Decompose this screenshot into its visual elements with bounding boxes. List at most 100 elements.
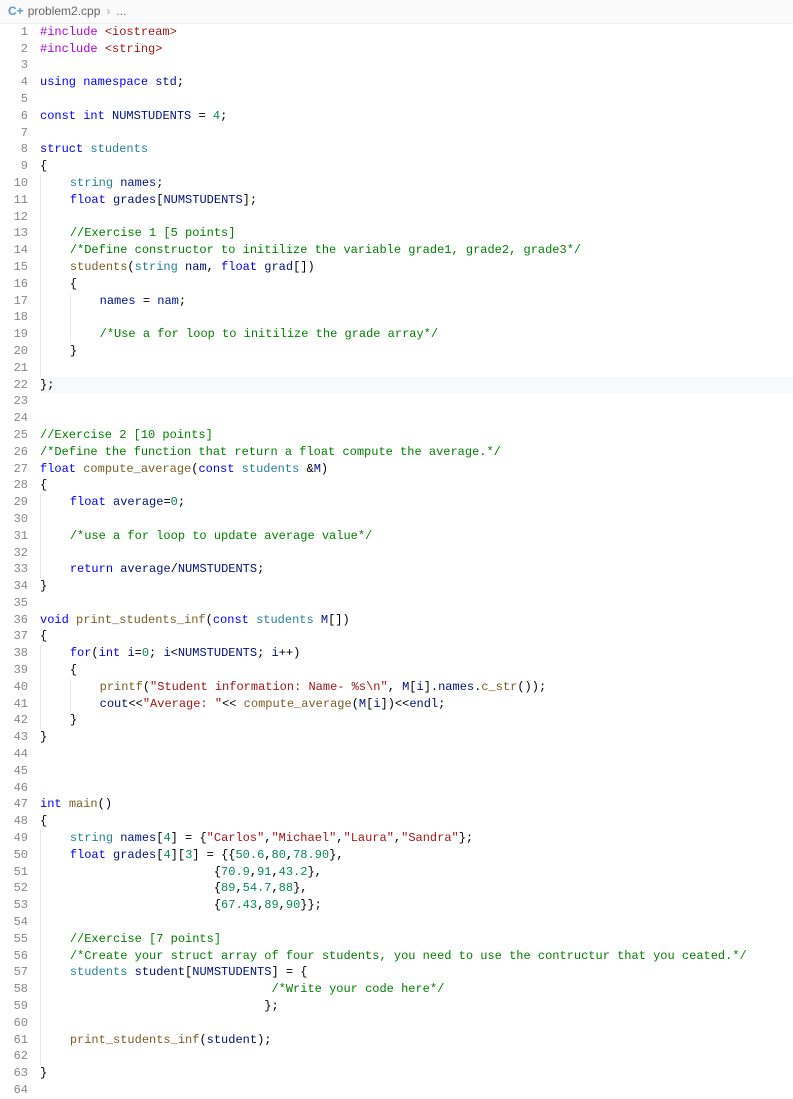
code-line[interactable] (40, 914, 793, 931)
code-line[interactable]: { (40, 628, 793, 645)
code-line[interactable] (40, 1048, 793, 1065)
token-num: 70.9 (221, 865, 250, 879)
code-line[interactable]: printf("Student information: Name- %s\n"… (40, 679, 793, 696)
token-cls: students (256, 613, 321, 627)
line-number: 62 (0, 1048, 28, 1065)
code-line[interactable]: cout<<"Average: "<< compute_average(M[i]… (40, 696, 793, 713)
code-line[interactable]: names = nam; (40, 293, 793, 310)
code-line[interactable]: }; (40, 998, 793, 1015)
code-line[interactable] (40, 780, 793, 797)
code-line[interactable]: { (40, 662, 793, 679)
code-line[interactable]: students(string nam, float grad[]) (40, 259, 793, 276)
code-line[interactable]: const int NUMSTUDENTS = 4; (40, 108, 793, 125)
code-line[interactable]: //Exercise [7 points] (40, 931, 793, 948)
code-line[interactable]: //Exercise 1 [5 points] (40, 225, 793, 242)
token-op: ( (143, 680, 150, 694)
code-line[interactable]: #include <iostream> (40, 24, 793, 41)
token-op: ); (257, 1033, 271, 1047)
token-op: ][ (171, 848, 185, 862)
code-line[interactable]: return average/NUMSTUDENTS; (40, 561, 793, 578)
token-var: std (155, 75, 177, 89)
token-num: 91 (257, 865, 271, 879)
token-var: nam (185, 260, 207, 274)
code-line[interactable] (40, 57, 793, 74)
code-line[interactable]: /*use a for loop to update average value… (40, 528, 793, 545)
code-line[interactable] (40, 360, 793, 377)
code-line[interactable] (40, 1015, 793, 1032)
code-line[interactable]: {70.9,91,43.2}, (40, 864, 793, 881)
code-line[interactable]: {89,54.7,88}, (40, 880, 793, 897)
code-line[interactable]: } (40, 712, 793, 729)
code-line[interactable] (40, 763, 793, 780)
token-kw: namespace (83, 75, 155, 89)
token-op: ( (91, 646, 98, 660)
code-line[interactable]: float average=0; (40, 494, 793, 511)
code-line[interactable]: } (40, 729, 793, 746)
code-line[interactable] (40, 545, 793, 562)
code-line[interactable]: { (40, 477, 793, 494)
code-line[interactable]: using namespace std; (40, 74, 793, 91)
token-var: average (113, 495, 163, 509)
code-line[interactable]: string names[4] = {"Carlos","Michael","L… (40, 830, 793, 847)
code-line[interactable] (40, 1082, 793, 1099)
code-line[interactable]: int main() (40, 796, 793, 813)
line-number: 55 (0, 931, 28, 948)
code-line[interactable]: #include <string> (40, 41, 793, 58)
code-line[interactable]: /*Write your code here*/ (40, 981, 793, 998)
token-fn: print_students_inf (76, 613, 206, 627)
code-area[interactable]: #include <iostream>#include <string> usin… (40, 24, 793, 1099)
breadcrumb[interactable]: C+ problem2.cpp › ... (0, 0, 793, 24)
code-line[interactable]: { (40, 158, 793, 175)
line-number: 63 (0, 1065, 28, 1082)
code-line[interactable]: /*Define the function that return a floa… (40, 444, 793, 461)
code-line[interactable]: print_students_inf(student); (40, 1032, 793, 1049)
code-line[interactable] (40, 393, 793, 410)
token-kw: float (70, 495, 113, 509)
code-line[interactable] (40, 595, 793, 612)
token-op: { (214, 898, 221, 912)
code-line[interactable]: for(int i=0; i<NUMSTUDENTS; i++) (40, 645, 793, 662)
code-line[interactable]: void print_students_inf(const students M… (40, 612, 793, 629)
line-number: 12 (0, 209, 28, 226)
code-line[interactable] (40, 746, 793, 763)
code-line[interactable]: //Exercise 2 [10 points] (40, 427, 793, 444)
code-line[interactable] (40, 125, 793, 142)
code-line[interactable]: float grades[4][3] = {{50.6,80,78.90}, (40, 847, 793, 864)
code-line[interactable] (40, 209, 793, 226)
token-op: () (98, 797, 112, 811)
code-line[interactable] (40, 309, 793, 326)
code-line[interactable]: } (40, 1065, 793, 1082)
token-op: }; (40, 378, 54, 392)
code-line[interactable]: struct students (40, 141, 793, 158)
code-line[interactable]: /*Use a for loop to initilize the grade … (40, 326, 793, 343)
line-number: 57 (0, 964, 28, 981)
code-line[interactable]: /*Create your struct array of four stude… (40, 948, 793, 965)
breadcrumb-filename[interactable]: problem2.cpp (28, 3, 101, 20)
code-line[interactable]: } (40, 578, 793, 595)
code-line[interactable]: {67.43,89,90}}; (40, 897, 793, 914)
code-line[interactable]: students student[NUMSTUDENTS] = { (40, 964, 793, 981)
line-number: 3 (0, 57, 28, 74)
code-editor[interactable]: 1234567891011121314151617181920212223242… (0, 24, 793, 1099)
code-line[interactable] (40, 91, 793, 108)
token-var: names (120, 176, 156, 190)
code-line[interactable]: }; (40, 377, 793, 394)
token-op: ; (257, 646, 271, 660)
token-op: ] = {{ (192, 848, 235, 862)
code-line[interactable]: { (40, 276, 793, 293)
breadcrumb-ellipsis[interactable]: ... (116, 3, 126, 20)
code-line[interactable] (40, 410, 793, 427)
code-line[interactable]: float grades[NUMSTUDENTS]; (40, 192, 793, 209)
code-line[interactable] (40, 511, 793, 528)
code-line[interactable]: { (40, 813, 793, 830)
code-line[interactable]: string names; (40, 175, 793, 192)
token-op: ()); (517, 680, 546, 694)
line-number: 32 (0, 545, 28, 562)
code-line[interactable]: } (40, 343, 793, 360)
token-inc: <iostream> (105, 25, 177, 39)
code-line[interactable]: /*Define constructor to initilize the va… (40, 242, 793, 259)
token-inc: <string> (105, 42, 163, 56)
line-number: 21 (0, 360, 28, 377)
token-op: ])<< (381, 697, 410, 711)
code-line[interactable]: float compute_average(const students &M) (40, 461, 793, 478)
